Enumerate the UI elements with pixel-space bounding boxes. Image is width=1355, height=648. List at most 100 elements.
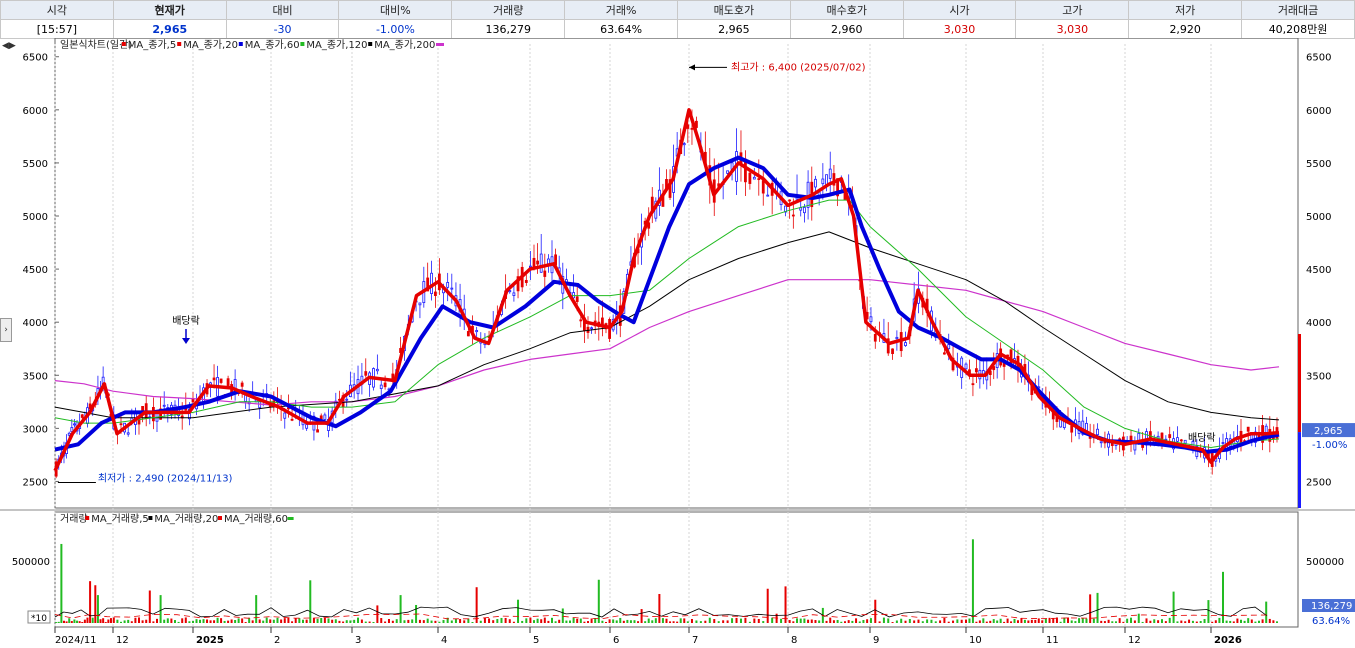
price-tick-right: 2500 [1306,477,1331,488]
volume-bar [1145,618,1148,623]
volume-bar [1010,621,1013,623]
volume-bar [209,620,212,623]
volume-bar [851,620,854,623]
volume-bar [686,621,689,623]
candle-body [226,378,230,386]
volume-bar [762,621,765,623]
volume-bar [601,620,604,623]
volume-bar [216,617,219,623]
volume-bar [1195,621,1198,623]
volume-bar [1258,620,1260,623]
volume-bar [874,599,877,623]
candle-body [508,290,512,293]
candle-body [803,207,806,214]
volume-bar [1048,617,1051,623]
volume-bar [174,620,176,623]
volume-bar [1240,619,1242,623]
candle-body [579,319,583,322]
volume-legend-item: MA_거래량,20 [154,513,218,525]
volume-bar [316,618,319,623]
volume-bar [992,619,995,623]
volume-bar [676,621,679,623]
volume-bar [1180,620,1183,623]
candle-body [726,170,730,174]
volume-bar [947,621,950,623]
volume-bar [166,618,169,623]
legend-swatch [85,516,90,520]
volume-bar [1214,620,1217,623]
price-tick-left: 4500 [23,265,48,276]
price-tick-right: 4000 [1306,318,1331,329]
volume-bar [265,617,268,623]
candle-body [791,214,795,217]
volume-bar [891,622,894,623]
volume-bar [565,620,568,623]
legend-swatch [287,517,294,520]
volume-bar [832,620,835,623]
volume-bar [1063,617,1066,623]
volume-bar [547,620,550,623]
ma20-line [54,155,1280,454]
volume-bar [818,620,821,623]
volume-bar [338,620,341,623]
volume-bar [926,619,929,623]
volume-bar [195,619,198,623]
candle-body [547,258,550,265]
volume-bar [858,621,861,623]
candle-body [748,172,752,184]
legend-swatch [121,42,126,46]
volume-bar [695,620,698,623]
candle-body [682,143,686,146]
volume-bar [138,617,140,623]
chart-nav-arrows-icon[interactable]: ◀▶ [2,41,16,51]
volume-bar [496,619,499,623]
volume-bar [248,617,251,623]
volume-bar [829,617,832,623]
volume-bar [633,620,636,623]
quote-header: 고가 [1015,0,1130,20]
price-tick-right: 3500 [1306,371,1331,382]
legend-swatch [368,42,373,46]
volume-bar [672,621,675,623]
volume-bar [345,620,348,623]
volume-panel-frame [54,511,1299,628]
volume-bar [536,618,539,623]
volume-bar [619,617,622,623]
volume-bar [258,619,261,623]
month-label: 12 [116,635,129,646]
volume-bar [62,620,65,623]
candle-body [690,127,694,130]
volume-bar [913,620,916,623]
chart-area[interactable]: 2500250030003000350035004000400045004500… [0,38,1355,648]
volume-legend-item: MA_거래량,5 [91,513,149,525]
volume-bar [1172,591,1175,623]
volume-bar [181,618,184,623]
volume-bar [434,620,437,623]
candle-body [119,423,123,426]
candle-body [814,178,817,188]
volume-bar [900,618,903,623]
current-volume-pct: 63.64% [1312,616,1350,627]
volume-bar [731,618,734,623]
volume-bar [475,587,478,623]
volume-bar [608,619,611,623]
volume-bar [81,622,84,623]
price-tick-left: 2500 [23,477,48,488]
volume-bar [882,617,885,623]
month-label: 12 [1128,635,1141,646]
volume-bar [387,619,390,623]
legend-swatch [218,516,222,520]
volume-bar [360,619,363,623]
volume-bar [454,618,457,623]
candle-body [450,287,454,290]
volume-bar [521,620,524,623]
volume-bar [234,620,237,623]
volume-bar [1137,613,1140,623]
quote-volume-pct: 63.64% [564,19,678,39]
volume-bar [579,618,582,623]
volume-bar [357,617,360,623]
volume-bar [788,620,791,623]
stock-chart[interactable]: 2500250030003000350035004000400045004500… [0,38,1355,648]
expand-panel-button[interactable]: › [0,318,12,342]
volume-bar [1118,618,1121,623]
